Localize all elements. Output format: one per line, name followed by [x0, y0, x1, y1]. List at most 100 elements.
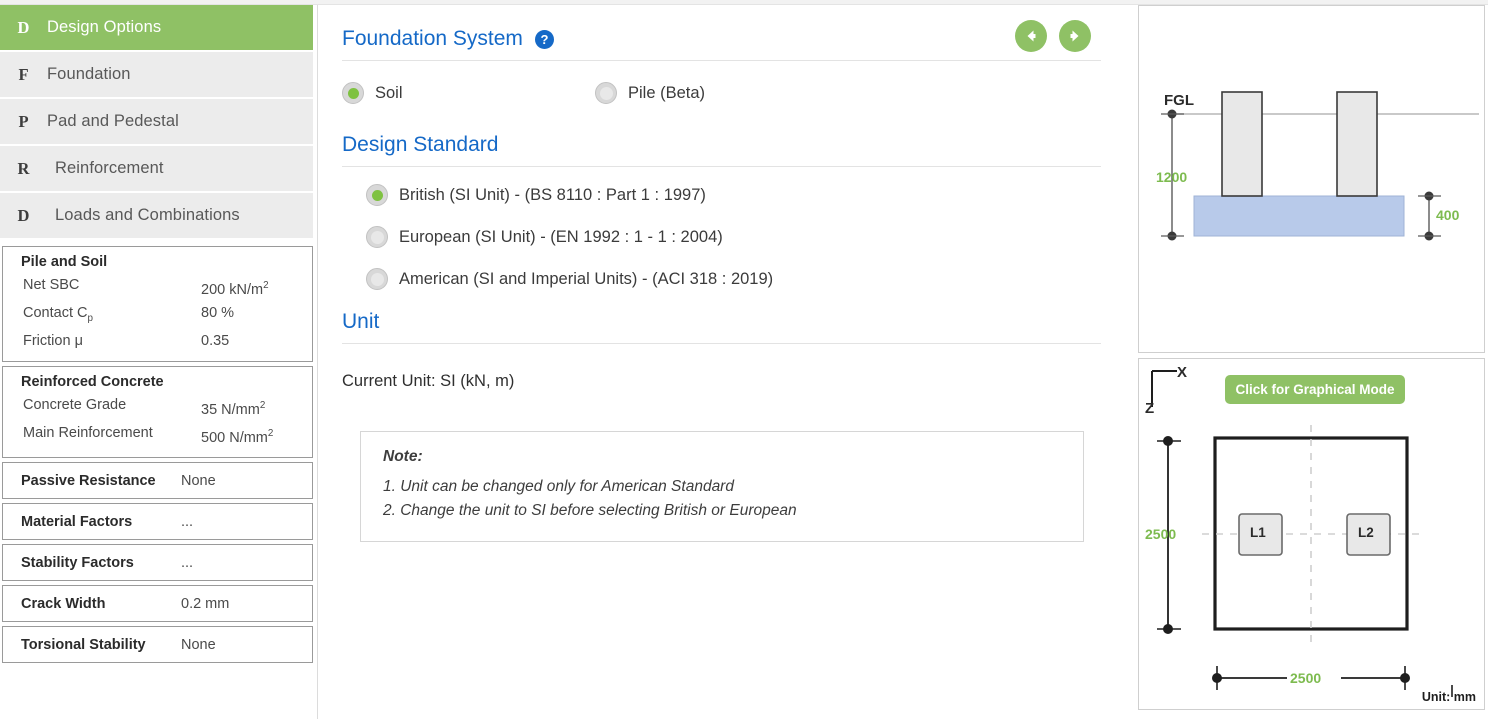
design-standard-header: Design Standard	[342, 133, 1101, 167]
property-row: Concrete Grade 35 N/mm2	[3, 394, 312, 422]
sidebar-badge: P	[18, 111, 29, 131]
current-unit-text: Current Unit: SI (kN, m)	[342, 372, 515, 390]
foundation-system-header: Foundation System ?	[342, 20, 1101, 61]
sidebar-item-pad-and-pedestal[interactable]: P Pad and Pedestal	[0, 99, 313, 144]
note-line: 2. Change the unit to SI before selectin…	[383, 502, 797, 519]
sidebar-badge: F	[18, 64, 29, 84]
previous-arrow-icon[interactable]	[1015, 20, 1047, 52]
key-subscript: p	[87, 312, 93, 324]
property-key: Net SBC	[23, 277, 80, 293]
depth-dimension-label: 1200	[1156, 169, 1188, 185]
radio-label: Soil	[375, 83, 403, 102]
column-label-l1: L1	[1250, 525, 1266, 540]
radio-indicator[interactable]	[366, 226, 388, 248]
unit-superscript: 2	[263, 280, 269, 291]
radio-label: European (SI Unit) - (EN 1992 : 1 - 1 : …	[399, 227, 723, 246]
navigation-arrows	[1015, 20, 1091, 52]
property-value: None	[181, 636, 216, 653]
sidebar-item-reinforcement[interactable]: R Reinforcement	[0, 146, 313, 191]
radio-indicator-selected[interactable]	[366, 184, 388, 206]
property-row: Main Reinforcement 500 N/mm2	[3, 422, 312, 450]
section-title: Design Standard	[342, 133, 499, 156]
sidebar-item-label: Design Options	[47, 18, 162, 36]
column-label-l2: L2	[1358, 525, 1374, 540]
page-title: Foundation System	[342, 27, 523, 50]
plan-height-dimension-label: 2500	[1145, 526, 1177, 542]
radio-option-british[interactable]: British (SI Unit) - (BS 8110 : Part 1 : …	[342, 184, 1101, 206]
radio-label: British (SI Unit) - (BS 8110 : Part 1 : …	[399, 185, 706, 204]
card-title: Pile and Soil	[21, 254, 108, 270]
sidebar-item-label: Foundation	[47, 65, 131, 83]
property-value: 0.2 mm	[181, 595, 230, 612]
unit-superscript: 2	[259, 399, 266, 411]
sidebar-item-loads-and-combinations[interactable]: D Loads and Combinations	[0, 193, 313, 238]
sidebar-item-label: Reinforcement	[55, 159, 164, 177]
property-key: Crack Width	[21, 595, 106, 612]
sidebar-item-foundation[interactable]: F Foundation	[0, 52, 313, 97]
property-value: 0.35	[201, 332, 230, 349]
section-title: Unit	[342, 310, 380, 333]
property-card-pile-and-soil[interactable]: Pile and Soil Net SBC 200 kN/m2 Contact …	[2, 246, 313, 362]
property-card-crack-width[interactable]: Crack Width 0.2 mm	[2, 585, 313, 623]
axis-x-label: X	[1177, 364, 1188, 381]
graphical-mode-button[interactable]: Click for Graphical Mode	[1225, 375, 1405, 404]
property-card-passive-resistance[interactable]: Passive Resistance None	[2, 462, 313, 500]
elevation-drawing	[1161, 91, 1479, 241]
unit-superscript: 2	[267, 427, 274, 439]
property-value: ...	[181, 513, 194, 530]
sidebar-badge: R	[17, 158, 30, 178]
radio-option-european[interactable]: European (SI Unit) - (EN 1992 : 1 - 1 : …	[342, 226, 1101, 248]
plan-width-dimension-label: 2500	[1290, 670, 1322, 686]
next-arrow-icon[interactable]	[1059, 20, 1091, 52]
thickness-dimension-label: 400	[1436, 207, 1460, 223]
radio-indicator-selected[interactable]	[342, 82, 364, 104]
property-value: ...	[181, 554, 194, 571]
property-card-stability-factors[interactable]: Stability Factors ...	[2, 544, 313, 582]
help-icon[interactable]: ?	[534, 29, 554, 49]
property-row: Friction μ 0.35	[3, 330, 312, 353]
unit-tag: Unit: mm	[1421, 690, 1476, 704]
property-key: Friction μ	[23, 332, 83, 349]
property-key: Concrete Grade	[23, 396, 127, 413]
radio-indicator[interactable]	[366, 268, 388, 290]
radio-option-american[interactable]: American (SI and Imperial Units) - (ACI …	[342, 268, 1101, 290]
property-value: 500 N/mm2	[201, 427, 274, 446]
sidebar-badge: D	[17, 17, 30, 37]
property-value: 35 N/mm2	[201, 399, 266, 418]
sidebar-nav: D Design Options F Foundation P Pad and …	[0, 5, 313, 238]
axis-z-label: Z	[1145, 400, 1155, 417]
property-key: Material Factors	[21, 513, 133, 530]
plan-drawing	[1151, 370, 1453, 697]
diagram-column: FGL 1200 400 X Z Click for Graphical Mod…	[1135, 5, 1488, 719]
property-value: None	[181, 472, 216, 489]
card-title: Reinforced Concrete	[21, 373, 164, 390]
note-heading: Note:	[383, 448, 423, 465]
property-panel: Pile and Soil Net SBC 200 kN/m2 Contact …	[0, 246, 313, 664]
sidebar-item-label: Pad and Pedestal	[47, 112, 179, 130]
property-key: Main Reinforcement	[23, 424, 153, 441]
property-key: Torsional Stability	[21, 636, 146, 653]
radio-option-pile-beta[interactable]: Pile (Beta)	[595, 82, 705, 104]
property-value: 80 %	[201, 304, 235, 321]
property-row: Net SBC 200 kN/m2	[3, 274, 312, 302]
design-standard-options: British (SI Unit) - (BS 8110 : Part 1 : …	[342, 184, 1101, 290]
elevation-diagram[interactable]: FGL 1200 400	[1138, 5, 1485, 353]
sidebar-item-design-options[interactable]: D Design Options	[0, 5, 313, 50]
property-key: Passive Resistance	[21, 472, 156, 489]
unit-header: Unit	[342, 310, 1101, 344]
property-card-torsional-stability[interactable]: Torsional Stability None	[2, 626, 313, 664]
sidebar-badge: D	[17, 205, 30, 225]
radio-option-soil[interactable]: Soil	[342, 82, 595, 104]
foundation-system-options: Soil Pile (Beta)	[342, 82, 1101, 104]
property-card-reinforced-concrete[interactable]: Reinforced Concrete Concrete Grade 35 N/…	[2, 365, 313, 459]
property-card-material-factors[interactable]: Material Factors ...	[2, 503, 313, 541]
note-line: 1. Unit can be changed only for American…	[383, 478, 734, 495]
radio-indicator[interactable]	[595, 82, 617, 104]
fgl-label: FGL	[1164, 92, 1194, 109]
property-key: Stability Factors	[21, 554, 134, 571]
radio-label: Pile (Beta)	[628, 83, 706, 102]
main-content: Foundation System ? Soil Pile (Beta) Des…	[319, 5, 1131, 719]
radio-label: American (SI and Imperial Units) - (ACI …	[399, 269, 774, 288]
sidebar: D Design Options F Foundation P Pad and …	[0, 5, 318, 719]
plan-diagram[interactable]: X Z Click for Graphical Mode 2500 2500 L…	[1138, 358, 1485, 710]
